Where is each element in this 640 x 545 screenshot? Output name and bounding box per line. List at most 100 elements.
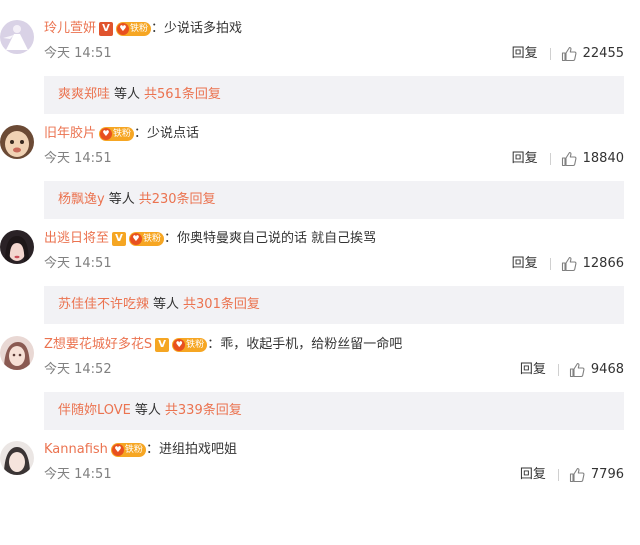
avatar[interactable] xyxy=(0,336,34,370)
replies-others-label: 等人 xyxy=(153,297,180,312)
comment-header: Kannafish ♥ 铁粉 ： 进组拍戏吧姐 xyxy=(44,441,237,459)
comment-meta: 今天 14:51 回复 22455 xyxy=(44,46,640,62)
reply-count-link[interactable]: 共230条回复 xyxy=(139,192,216,207)
divider xyxy=(557,469,559,481)
comment-item: Kannafish ♥ 铁粉 ： 进组拍戏吧姐 今天 14:51 回复 7796 xyxy=(0,441,640,545)
like-button[interactable]: 9468 xyxy=(569,362,624,378)
fan-badge: ♥ 铁粉 xyxy=(129,232,165,246)
thumbs-up-icon xyxy=(561,256,577,272)
reply-count-link[interactable]: 共339条回复 xyxy=(165,403,242,418)
heart-icon: ♥ xyxy=(111,444,124,456)
colon-separator: ： xyxy=(151,21,165,36)
username-link[interactable]: 玲儿萱妍 xyxy=(44,20,96,38)
timestamp: 今天 14:51 xyxy=(44,46,112,61)
heart-icon: ♥ xyxy=(130,233,143,245)
comment-meta: 今天 14:52 回复 9468 xyxy=(44,362,640,378)
comment-header: 玲儿萱妍 V ♥ 铁粉 ： 少说话多拍戏 xyxy=(44,20,242,38)
comment-header: 旧年胶片 ♥ 铁粉 ： 少说点话 xyxy=(44,125,199,143)
timestamp: 今天 14:51 xyxy=(44,467,112,482)
comment-header: Z想要花城好多花S V ♥ 铁粉 ： 乖，收起手机，给粉丝留一命吧 xyxy=(44,336,402,354)
username-link[interactable]: Z想要花城好多花S xyxy=(44,336,152,354)
reply-user-link[interactable]: 杨飘逸y xyxy=(58,192,105,207)
username-link[interactable]: 旧年胶片 xyxy=(44,125,96,143)
divider xyxy=(549,48,551,60)
fan-badge-label: 铁粉 xyxy=(130,24,149,34)
comment-meta: 今天 14:51 回复 7796 xyxy=(44,467,640,483)
fan-badge-label: 铁粉 xyxy=(143,234,162,244)
comment-item: Z想要花城好多花S V ♥ 铁粉 ： 乖，收起手机，给粉丝留一命吧 今天 14:… xyxy=(0,336,640,440)
comment-text: 少说点话 xyxy=(147,126,200,141)
avatar[interactable] xyxy=(0,441,34,475)
reply-button[interactable]: 回复 xyxy=(520,362,546,378)
colon-separator: ： xyxy=(134,126,148,141)
reply-user-link[interactable]: 爽爽郑哇 xyxy=(58,87,110,102)
comment-actions: 回复 9468 xyxy=(520,362,624,378)
reply-count-link[interactable]: 共561条回复 xyxy=(144,87,221,102)
colon-separator: ： xyxy=(164,231,178,246)
replies-summary[interactable]: 伴随妳LOVE 等人 共339条回复 xyxy=(44,392,624,430)
comment-text: 你奥特曼爽自己说的话 就自己挨骂 xyxy=(177,231,377,246)
comment-item: 旧年胶片 ♥ 铁粉 ： 少说点话 今天 14:51 回复 18840 杨飘逸y … xyxy=(0,125,640,229)
reply-user-link[interactable]: 苏佳佳不许吃辣 xyxy=(58,297,149,312)
avatar[interactable] xyxy=(0,20,34,54)
reply-button[interactable]: 回复 xyxy=(512,46,538,62)
fan-badge: ♥ 铁粉 xyxy=(172,338,208,352)
comment-text: 乖，收起手机，给粉丝留一命吧 xyxy=(220,337,403,352)
fan-badge-label: 铁粉 xyxy=(124,445,143,455)
verified-badge: V xyxy=(112,232,127,246)
colon-separator: ： xyxy=(207,337,221,352)
like-button[interactable]: 22455 xyxy=(561,46,624,62)
username-link[interactable]: 出逃日将至 xyxy=(44,230,109,248)
verified-badge: V xyxy=(99,22,114,36)
comment-actions: 回复 18840 xyxy=(512,151,624,167)
timestamp: 今天 14:52 xyxy=(44,362,112,377)
divider xyxy=(549,258,551,270)
comment-actions: 回复 12866 xyxy=(512,256,624,272)
comment-meta: 今天 14:51 回复 12866 xyxy=(44,256,640,272)
comment-actions: 回复 22455 xyxy=(512,46,624,62)
comment-header: 出逃日将至 V ♥ 铁粉 ： 你奥特曼爽自己说的话 就自己挨骂 xyxy=(44,230,376,248)
timestamp: 今天 14:51 xyxy=(44,151,112,166)
replies-summary[interactable]: 爽爽郑哇 等人 共561条回复 xyxy=(44,76,624,114)
like-count: 18840 xyxy=(582,151,624,166)
replies-summary[interactable]: 杨飘逸y 等人 共230条回复 xyxy=(44,181,624,219)
reply-user-link[interactable]: 伴随妳LOVE xyxy=(58,403,131,418)
divider xyxy=(557,364,559,376)
divider xyxy=(549,153,551,165)
replies-others-label: 等人 xyxy=(134,403,161,418)
heart-icon: ♥ xyxy=(117,23,130,35)
timestamp: 今天 14:51 xyxy=(44,256,112,271)
replies-others-label: 等人 xyxy=(114,87,141,102)
fan-badge: ♥ 铁粉 xyxy=(99,127,135,141)
thumbs-up-icon xyxy=(569,362,585,378)
like-button[interactable]: 12866 xyxy=(561,256,624,272)
reply-button[interactable]: 回复 xyxy=(512,256,538,272)
like-count: 22455 xyxy=(582,46,624,61)
colon-separator: ： xyxy=(145,442,159,457)
reply-button[interactable]: 回复 xyxy=(512,151,538,167)
like-count: 7796 xyxy=(590,467,624,482)
heart-icon: ♥ xyxy=(173,339,186,351)
fan-badge-label: 铁粉 xyxy=(113,129,132,139)
reply-count-link[interactable]: 共301条回复 xyxy=(183,297,260,312)
replies-others-label: 等人 xyxy=(108,192,135,207)
like-button[interactable]: 7796 xyxy=(569,467,624,483)
like-count: 12866 xyxy=(582,256,624,271)
comment-text: 进组拍戏吧姐 xyxy=(158,442,237,457)
fan-badge: ♥ 铁粉 xyxy=(110,443,146,457)
comment-feed: 玲儿萱妍 V ♥ 铁粉 ： 少说话多拍戏 今天 14:51 回复 22455 爽… xyxy=(0,0,640,493)
avatar[interactable] xyxy=(0,230,34,264)
username-link[interactable]: Kannafish xyxy=(44,441,108,459)
heart-icon: ♥ xyxy=(100,128,113,140)
thumbs-up-icon xyxy=(561,151,577,167)
reply-button[interactable]: 回复 xyxy=(520,467,546,483)
verified-badge: V xyxy=(155,338,170,352)
avatar[interactable] xyxy=(0,125,34,159)
replies-summary[interactable]: 苏佳佳不许吃辣 等人 共301条回复 xyxy=(44,286,624,324)
thumbs-up-icon xyxy=(569,467,585,483)
comment-item: 出逃日将至 V ♥ 铁粉 ： 你奥特曼爽自己说的话 就自己挨骂 今天 14:51… xyxy=(0,230,640,334)
like-count: 9468 xyxy=(590,362,624,377)
comment-text: 少说话多拍戏 xyxy=(164,21,243,36)
like-button[interactable]: 18840 xyxy=(561,151,624,167)
thumbs-up-icon xyxy=(561,46,577,62)
